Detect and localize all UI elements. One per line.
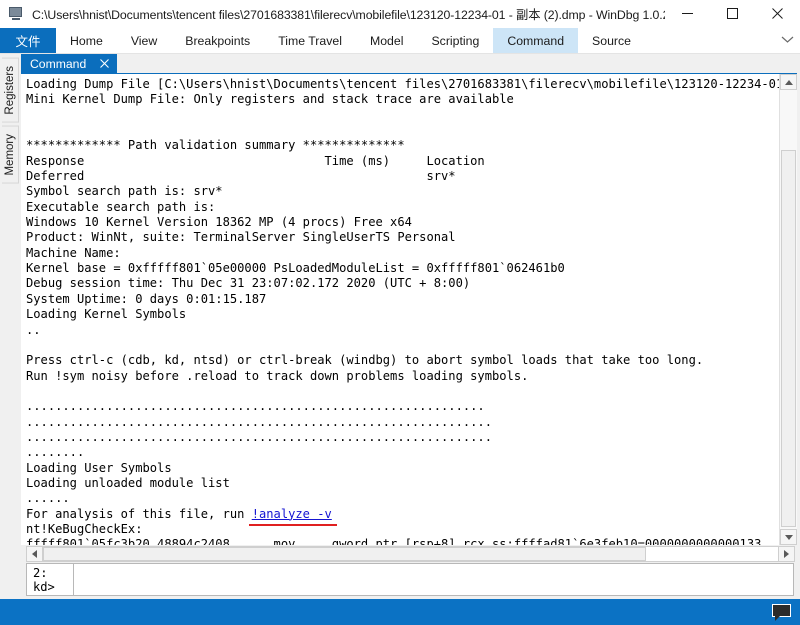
horizontal-scroll-track[interactable] [43,547,778,561]
console-line: Debug session time: Thu Dec 31 23:07:02.… [26,276,471,291]
console-line: Machine Name: [26,245,121,260]
console-line: ........................................… [26,429,492,444]
windbg-window: C:\Users\hnist\Documents\tencent files\2… [0,0,800,625]
console-line: Product: WinNt, suite: TerminalServer Si… [26,230,456,245]
app-computer-icon [9,6,25,22]
command-output[interactable]: Loading Dump File [C:\Users\hnist\Docume… [21,74,779,545]
command-input[interactable] [73,563,794,596]
console-line: Mini Kernel Dump File: Only registers an… [26,92,514,107]
console-line: nt!KeBugCheckEx: [26,521,143,536]
ribbon-tab-command[interactable]: Command [493,28,579,53]
analyze-prefix-text: For analysis of this file, run [26,506,252,521]
title-bar: C:\Users\hnist\Documents\tencent files\2… [0,0,800,28]
tab-command[interactable]: Command [21,54,117,73]
console-line: Windows 10 Kernel Version 18362 MP (4 pr… [26,215,412,230]
console-line: ........................................… [26,399,485,414]
ribbon-tab-view[interactable]: View [117,28,171,53]
ribbon-spacer [645,28,774,53]
prompt-label: 2: kd> [26,563,73,596]
console-line: ...... [26,491,70,506]
console-line: Response Time (ms) Location [26,153,485,168]
console-line: Kernel base = 0xfffff801`05e00000 PsLoad… [26,261,565,276]
console-line: Executable search path is: [26,199,216,214]
console-line: .. [26,322,41,337]
ribbon-tab-time-travel[interactable]: Time Travel [264,28,356,53]
analyze-command-link[interactable]: !analyze -v [248,507,337,527]
feedback-bubble-icon[interactable] [772,603,791,621]
arrow-down-icon[interactable] [780,529,797,545]
vertical-scroll-track[interactable] [780,90,797,529]
vertical-scroll-thumb[interactable] [781,150,796,527]
maximize-button[interactable] [710,0,755,27]
console-line: Loading unloaded module list [26,475,230,490]
horizontal-scrollbar-row [21,545,797,563]
console-line: ........................................… [26,414,492,429]
console-line: Loading Kernel Symbols [26,307,187,322]
command-output-row: Loading Dump File [C:\Users\hnist\Docume… [21,74,797,545]
minimize-button[interactable] [665,0,710,27]
chevron-down-icon[interactable] [774,28,800,53]
console-line: Press ctrl-c (cdb, kd, ntsd) or ctrl-bre… [26,353,704,368]
window-title: C:\Users\hnist\Documents\tencent files\2… [32,7,665,22]
console-line: Deferred srv* [26,169,456,184]
console-line: Loading Dump File [C:\Users\hnist\Docume… [26,77,779,91]
console-line: ........ [26,445,85,460]
ribbon-tab-file[interactable]: 文件 [0,28,56,53]
sidebar-item-registers[interactable]: Registers [1,58,19,123]
ribbon-tab-strip: 文件 Home View Breakpoints Time Travel Mod… [0,28,800,54]
arrow-left-icon[interactable] [27,547,43,561]
window-controls [665,0,800,27]
close-icon[interactable] [97,59,111,68]
status-bar [0,599,800,625]
document-tab-strip: Command [21,54,797,73]
horizontal-scroll-thumb[interactable] [43,547,646,561]
left-dock-rail: Registers Memory [0,54,21,599]
prompt-row: 2: kd> [21,563,797,599]
ribbon-tab-scripting[interactable]: Scripting [417,28,493,53]
command-pane: Loading Dump File [C:\Users\hnist\Docume… [21,73,797,563]
console-line: fffff801`05fc3b20 48894c2408 mov qword p… [26,537,762,545]
vertical-scrollbar[interactable] [779,74,797,545]
sidebar-item-memory[interactable]: Memory [1,125,19,184]
console-line: Loading User Symbols [26,460,172,475]
main-body: Registers Memory Command Loading Dump Fi… [0,54,800,599]
tab-command-label: Command [30,56,87,71]
close-button[interactable] [755,0,800,27]
document-area: Command Loading Dump File [C:\Users\hnis… [21,54,800,599]
console-line: Run !sym noisy before .reload to track d… [26,368,529,383]
console-line: Symbol search path is: srv* [26,184,223,199]
ribbon-tab-breakpoints[interactable]: Breakpoints [171,28,264,53]
arrow-up-icon[interactable] [780,74,797,90]
ribbon-tab-home[interactable]: Home [56,28,117,53]
arrow-right-icon[interactable] [778,547,794,561]
console-line: ************* Path validation summary **… [26,138,405,153]
ribbon-tab-source[interactable]: Source [578,28,645,53]
horizontal-scrollbar[interactable] [26,546,795,562]
console-line-analyze: For analysis of this file, run !analyze … [26,506,779,527]
ribbon-tab-model[interactable]: Model [356,28,418,53]
console-line: System Uptime: 0 days 0:01:15.187 [26,291,267,306]
